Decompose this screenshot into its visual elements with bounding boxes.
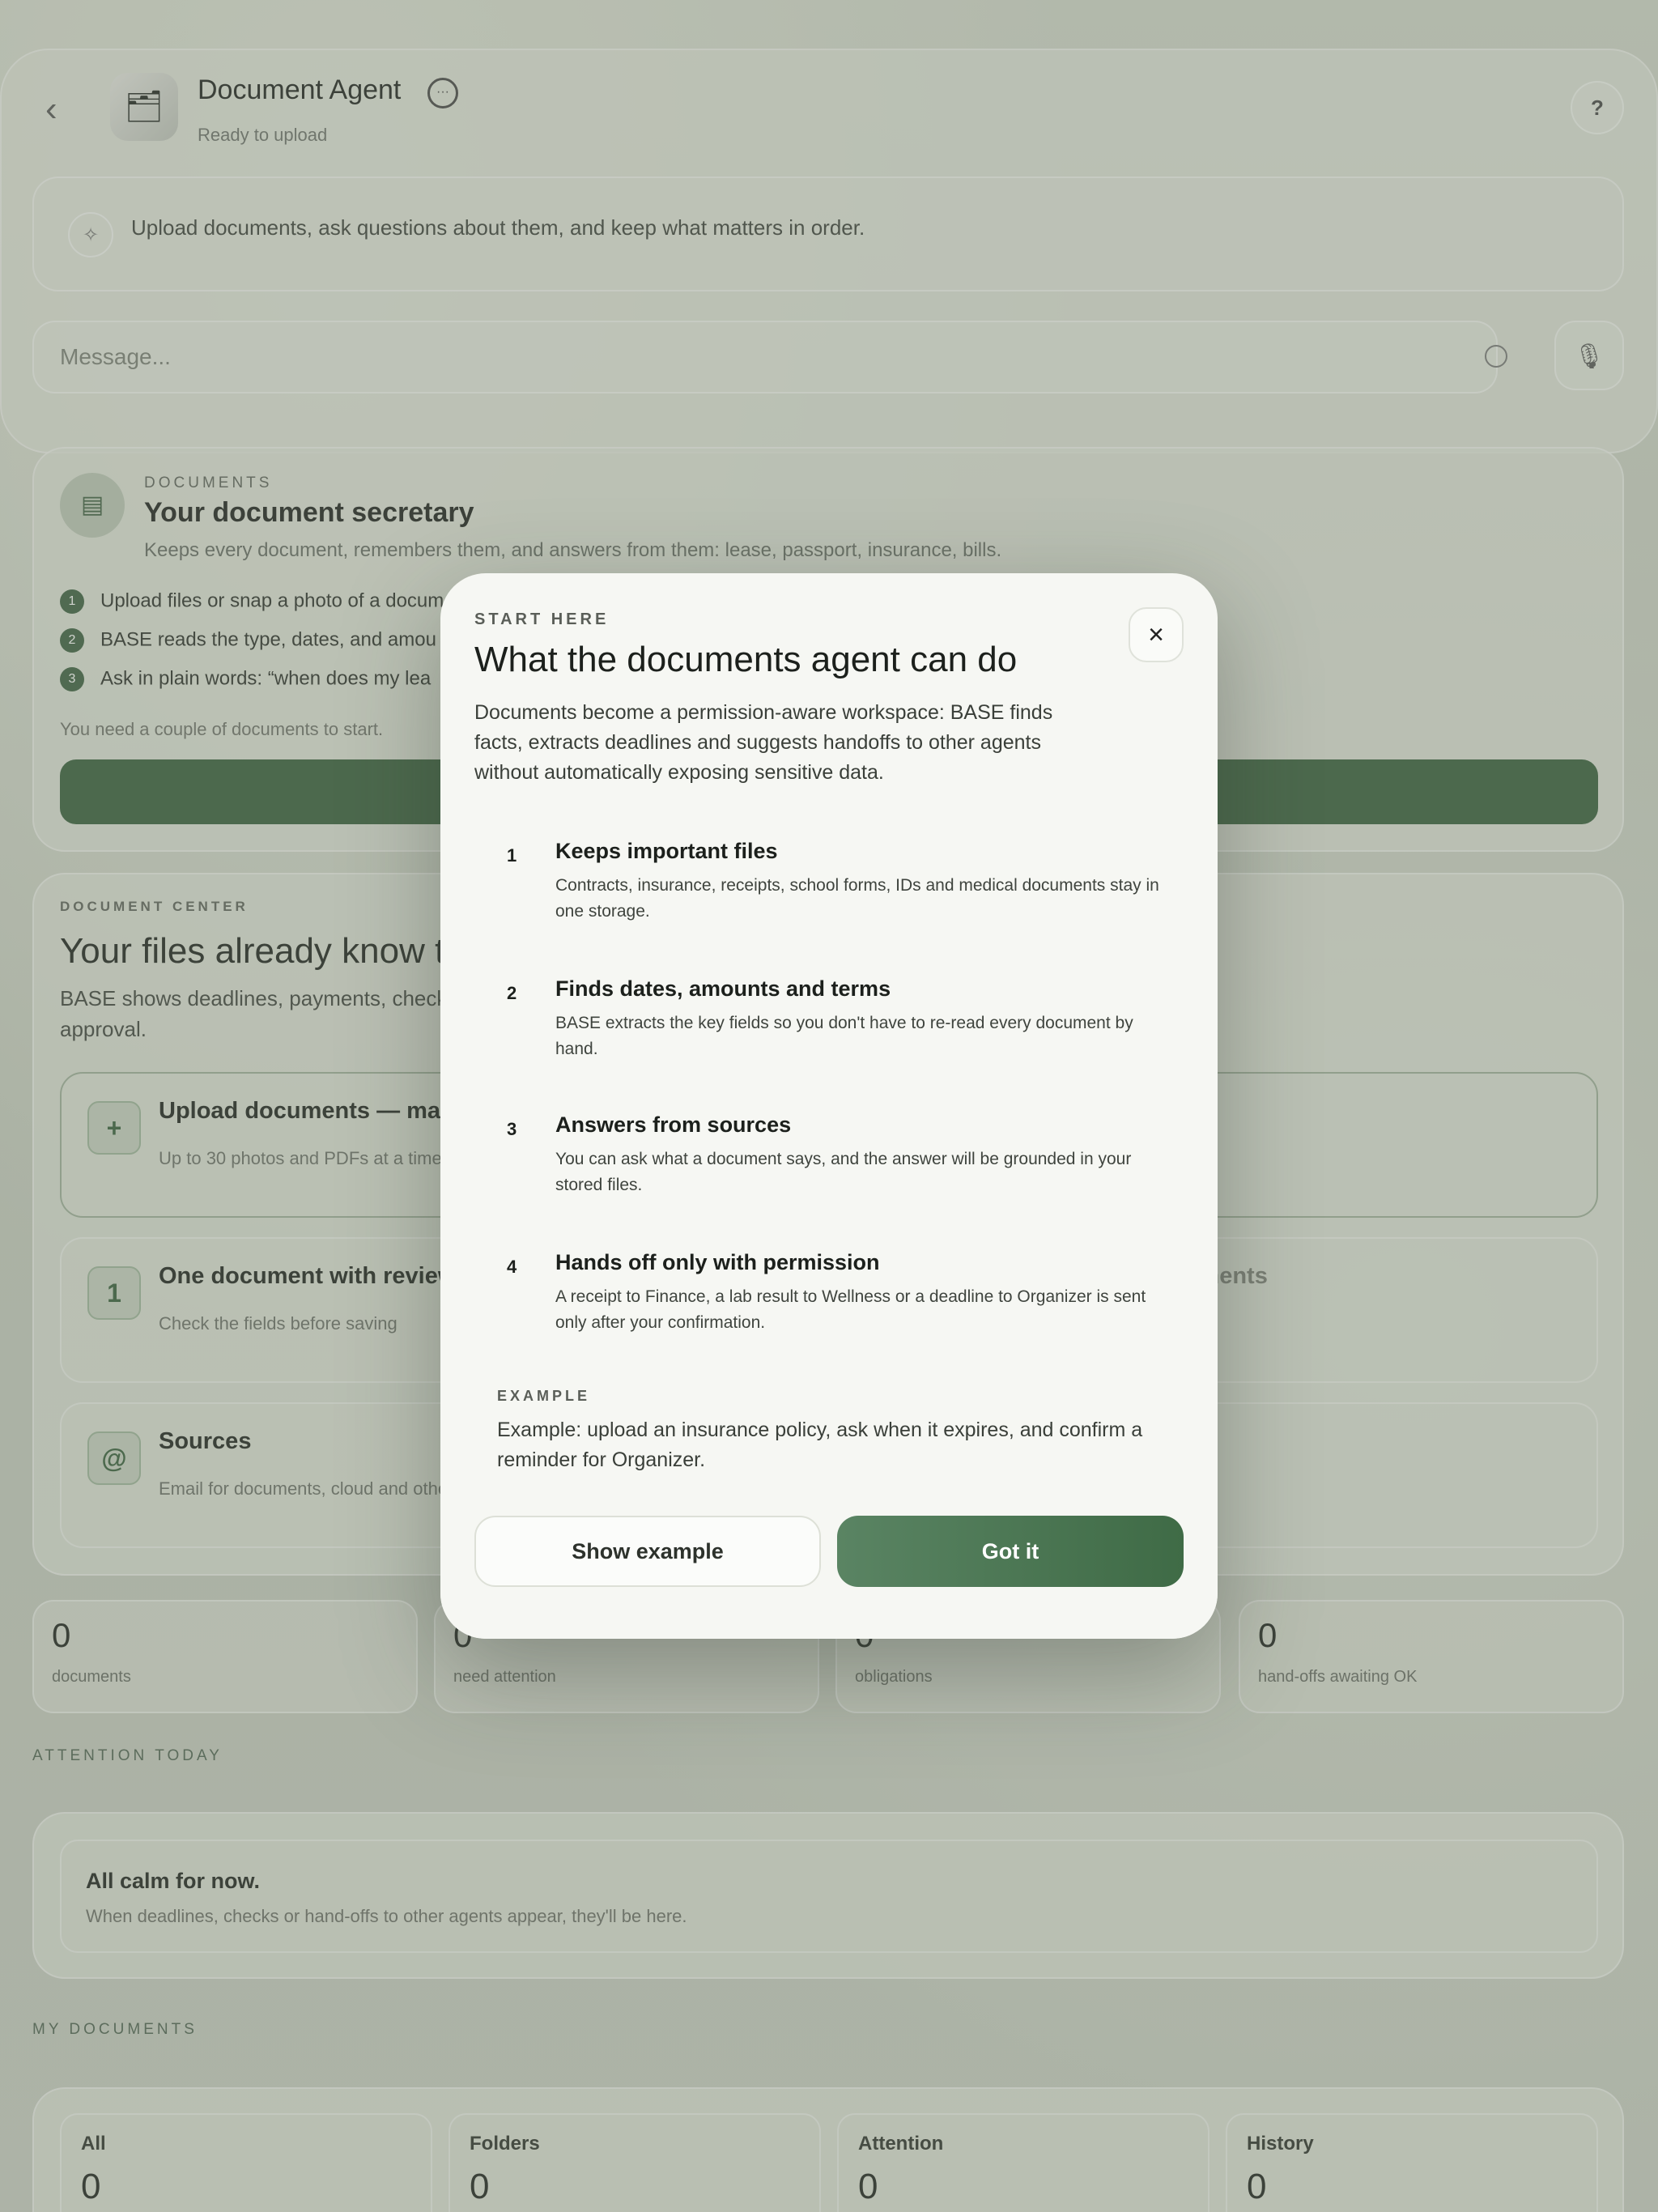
onboarding-modal: START HERE × What the documents agent ca…	[440, 573, 1218, 1639]
close-button[interactable]: ×	[1129, 607, 1184, 662]
feature-item: 1 Keeps important files Contracts, insur…	[507, 839, 1159, 921]
example-text: Example: upload an insurance policy, ask…	[497, 1419, 1143, 1471]
close-icon: ×	[1148, 619, 1164, 650]
got-it-button[interactable]: Got it	[837, 1516, 1184, 1587]
modal-eyebrow: START HERE	[474, 610, 610, 628]
feature-item: 4 Hands off only with permission A recei…	[507, 1250, 1146, 1332]
modal-title: What the documents agent can do	[474, 640, 1018, 679]
feature-item: 2 Finds dates, amounts and terms BASE ex…	[507, 976, 1133, 1058]
feature-item: 3 Answers from sources You can ask what …	[507, 1112, 1132, 1194]
show-example-button[interactable]: Show example	[474, 1516, 821, 1587]
modal-description: Documents become a permission-aware work…	[474, 701, 1053, 784]
example-eyebrow: EXAMPLE	[497, 1388, 591, 1404]
modal-footer: Show example Got it	[440, 1516, 1218, 1639]
